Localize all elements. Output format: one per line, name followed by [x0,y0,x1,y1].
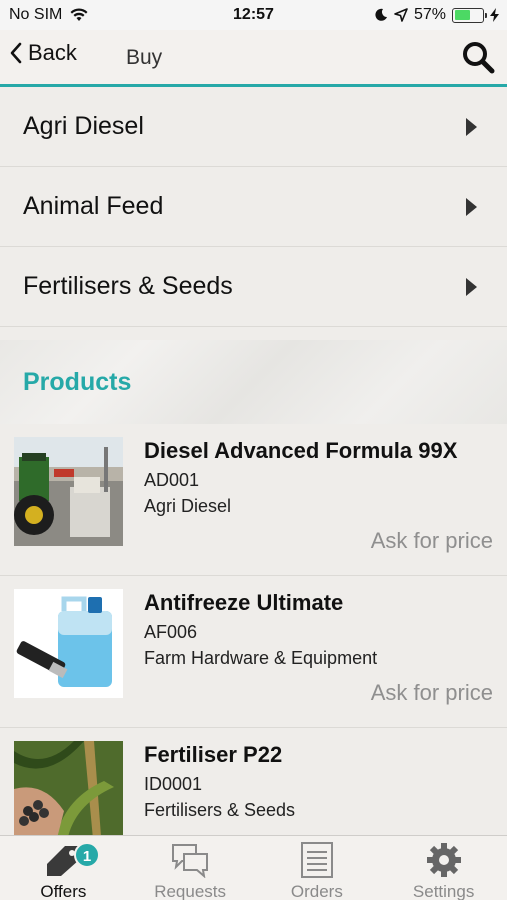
category-item-animal-feed[interactable]: Animal Feed [0,167,507,247]
product-name: Diesel Advanced Formula 99X [144,438,458,463]
charging-icon [490,8,499,22]
disclosure-arrow-icon [466,278,477,296]
battery-icon [452,7,487,23]
battery-fill [454,10,470,20]
product-name: Antifreeze Ultimate [144,590,344,615]
product-image-fertiliser-hand [14,741,123,835]
gear-icon [426,843,461,877]
moon-icon [375,8,387,21]
category-item-fertilisers-seeds[interactable]: Fertilisers & Seeds [0,247,507,327]
disclosure-arrow-icon [466,118,477,136]
category-list: Agri Diesel Animal Feed Fertilisers & Se… [0,87,507,327]
disclosure-arrow-icon [466,198,477,216]
category-label: Animal Feed [23,192,164,220]
offers-badge: 1 [74,842,100,868]
tab-label: Orders [290,882,343,900]
tab-orders[interactable]: Orders [254,836,381,900]
product-price: Ask for price [370,680,493,705]
status-bar: No SIM 12:57 57% [0,0,507,30]
back-button[interactable]: Back [10,40,77,66]
product-category: Agri Diesel [144,496,232,516]
product-code: AF006 [144,622,198,642]
battery-percent: 57% [413,6,446,23]
product-name: Fertiliser P22 [144,742,283,767]
tab-label: Requests [154,882,227,900]
product-category: Fertilisers & Seeds [144,800,296,820]
tab-bar: 1 Offers Requests Orders Settings [0,835,507,900]
navigation-bar: Back Buy [0,30,507,87]
tab-label: Settings [412,882,475,900]
product-item-diesel[interactable]: Diesel Advanced Formula 99X AD001 Agri D… [0,424,507,576]
product-code: AD001 [144,470,200,490]
product-item-antifreeze[interactable]: Antifreeze Ultimate AF006 Farm Hardware … [0,576,507,728]
tab-label: Offers [40,882,87,900]
category-label: Agri Diesel [23,112,144,140]
product-price: Ask for price [370,528,493,553]
back-label: Back [28,40,77,65]
list-icon [300,842,333,878]
category-item-agri-diesel[interactable]: Agri Diesel [0,87,507,167]
product-item-fertiliser[interactable]: Fertiliser P22 ID0001 Fertilisers & Seed… [0,728,507,835]
category-label: Fertilisers & Seeds [23,272,233,300]
status-right: 57% [374,6,499,24]
search-icon[interactable] [461,40,495,74]
product-category: Farm Hardware & Equipment [144,648,378,668]
product-image-antifreeze-canister [14,589,123,698]
products-heading: Products [23,368,132,396]
page-title: Buy [126,46,163,69]
tab-offers[interactable]: 1 Offers [0,836,127,900]
products-section-header: Products [0,340,507,424]
tab-settings[interactable]: Settings [380,836,507,900]
product-list: Diesel Advanced Formula 99X AD001 Agri D… [0,424,507,835]
chevron-left-icon [10,42,22,64]
tab-requests[interactable]: Requests [127,836,254,900]
location-icon [394,8,408,22]
chat-bubbles-icon [172,844,209,878]
product-image-tractor-refuelling [14,437,123,546]
product-code: ID0001 [144,774,203,794]
